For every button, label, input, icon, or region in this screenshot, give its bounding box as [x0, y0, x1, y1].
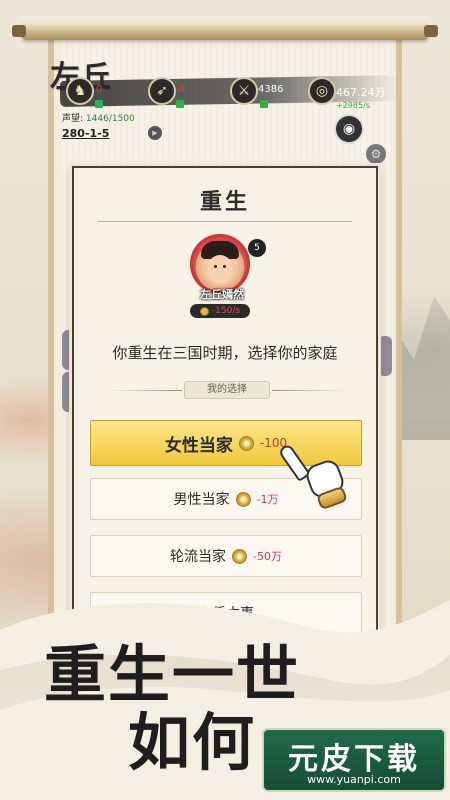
dialog-title: 重生	[199, 189, 250, 215]
coin-icon[interactable]: ◎	[308, 77, 336, 105]
coin-icon	[235, 491, 251, 507]
watermark-badge: 元皮下载 www.yuanpi.com	[262, 728, 446, 792]
bow-icon[interactable]: ➶	[148, 77, 176, 105]
stat1-value: 0	[96, 84, 103, 95]
gear-icon[interactable]: ⚙	[366, 144, 386, 164]
stage-label[interactable]: 280-1-5	[62, 127, 109, 140]
coins-value: 467.24万	[336, 86, 386, 99]
character-name: 左丘嫣然	[200, 288, 244, 301]
pointer-hand-icon	[277, 440, 354, 518]
sword-icon[interactable]: ⚔	[230, 77, 258, 105]
question-text: 你重生在三国时期，选择你的家庭	[112, 344, 338, 362]
title-divider	[98, 221, 352, 222]
option-label: 男性当家	[173, 492, 230, 508]
reputation: 声望: 1446/1500	[62, 111, 135, 124]
reputation-label: 声望:	[62, 114, 84, 124]
background-character	[378, 336, 392, 376]
eye-icon[interactable]: ◉	[334, 114, 364, 144]
option-label: 女性当家	[164, 435, 233, 456]
coin-icon	[238, 435, 254, 451]
character-portrait[interactable]	[190, 234, 250, 294]
choice-divider-left	[108, 390, 182, 391]
power-indicator	[260, 100, 268, 108]
slogan-line1: 重生一世	[44, 638, 301, 711]
stat2-indicator	[176, 100, 184, 108]
coin-icon	[232, 548, 248, 564]
watermark-title: 元皮下载	[288, 742, 420, 777]
rod-cap-left	[12, 25, 26, 37]
choice-divider-right	[272, 390, 346, 391]
horse-icon[interactable]: ♞	[66, 77, 94, 105]
rod-cap-right	[424, 25, 438, 37]
slogan-line2: 如何	[128, 706, 257, 779]
stat1-indicator	[95, 100, 103, 108]
choice-section-label: 我的选择	[184, 381, 270, 399]
coin-icon	[199, 306, 209, 316]
coins-income: +2985/s	[336, 101, 370, 110]
option-label: 轮流当家	[170, 549, 227, 565]
option-take-turns[interactable]: 轮流当家 -50万	[90, 535, 362, 577]
power-value: 4386	[258, 84, 284, 95]
character-level-badge: 5	[248, 239, 266, 257]
watermark-url: www.yuanpi.com	[307, 773, 401, 786]
play-icon[interactable]: ▶	[148, 126, 162, 140]
rebirth-dialog: 重生 5 左丘嫣然 -150/s 你重生在三国时期，选择你的家庭 我的选择 女性…	[72, 166, 378, 636]
stat2-value: 0	[178, 84, 185, 95]
character-cost: -150/s	[190, 304, 250, 318]
reputation-value: 1446/1500	[85, 114, 135, 124]
scroll-rod	[22, 22, 428, 40]
option-cost: -1万	[256, 493, 279, 506]
character-cost-value: -150/s	[211, 306, 241, 316]
option-cost: -50万	[253, 550, 282, 563]
